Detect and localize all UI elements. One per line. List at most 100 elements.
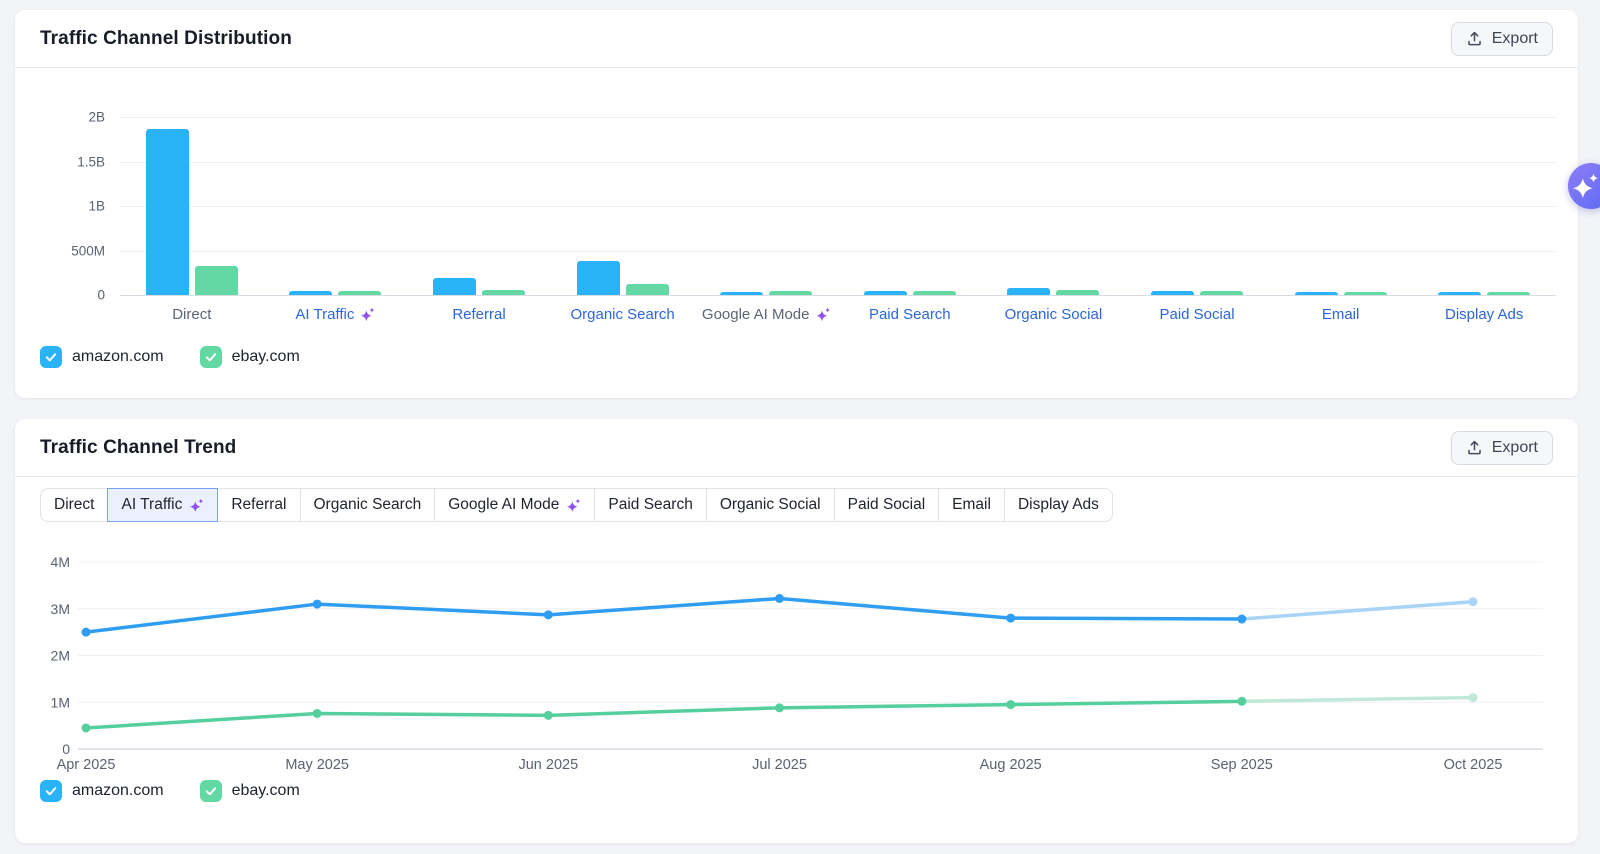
category-text: Paid Social xyxy=(1159,306,1234,323)
bar-amazon-com-ai-traffic[interactable] xyxy=(289,291,332,295)
checkbox-amazon-com[interactable] xyxy=(40,346,62,368)
category-label-referral[interactable]: Referral xyxy=(452,306,505,323)
gridline xyxy=(120,162,1556,163)
sparkle-icon xyxy=(360,307,375,322)
y-axis-tick: 3M xyxy=(51,601,70,617)
sparkle-icon xyxy=(189,498,204,513)
x-axis-label-sep-2025: Sep 2025 xyxy=(1211,757,1273,773)
forecast-line-ebay-com xyxy=(1242,698,1473,702)
category-text: Referral xyxy=(452,306,505,323)
bar-ebay-com-google-ai-mode[interactable] xyxy=(769,291,812,295)
y-axis-tick: 4M xyxy=(51,554,70,570)
data-point-ebay-com-may-2025[interactable] xyxy=(313,709,322,718)
bar-amazon-com-direct[interactable] xyxy=(146,129,189,295)
check-icon xyxy=(44,350,58,364)
data-point-amazon-com-may-2025[interactable] xyxy=(313,600,322,609)
bar-amazon-com-paid-search[interactable] xyxy=(864,291,907,295)
trend-line-ebay-com xyxy=(86,701,1242,728)
x-axis-label-oct-2025: Oct 2025 xyxy=(1444,757,1503,773)
y-axis-tick: 2B xyxy=(15,110,105,125)
bar-ebay-com-ai-traffic[interactable] xyxy=(338,291,381,295)
data-point-ebay-com-apr-2025[interactable] xyxy=(82,723,91,732)
gridline xyxy=(120,251,1556,252)
trend-line-amazon-com xyxy=(86,598,1242,632)
bar-ebay-com-organic-search[interactable] xyxy=(626,284,669,295)
forecast-line-amazon-com xyxy=(1242,602,1473,619)
category-label-email[interactable]: Email xyxy=(1322,306,1360,323)
data-point-amazon-com-jul-2025[interactable] xyxy=(775,594,784,603)
distribution-export-button[interactable]: Export xyxy=(1451,22,1553,56)
bar-ebay-com-paid-search[interactable] xyxy=(913,291,956,295)
category-label-google-ai-mode: Google AI Mode xyxy=(702,306,831,323)
check-icon xyxy=(204,350,218,364)
check-icon xyxy=(204,784,218,798)
bar-ebay-com-referral[interactable] xyxy=(482,290,525,295)
export-icon xyxy=(1466,439,1483,456)
data-point-amazon-com-sep-2025[interactable] xyxy=(1237,615,1246,624)
bar-amazon-com-email[interactable] xyxy=(1295,292,1338,295)
trend-chart-area: DirectAI TrafficReferralOrganic SearchGo… xyxy=(15,477,1578,843)
y-axis-tick: 1B xyxy=(15,199,105,214)
checkbox-amazon-com[interactable] xyxy=(40,780,62,802)
x-axis-label-apr-2025: Apr 2025 xyxy=(57,757,116,773)
x-axis-label-aug-2025: Aug 2025 xyxy=(980,757,1042,773)
x-axis-label-jul-2025: Jul 2025 xyxy=(752,757,807,773)
export-label: Export xyxy=(1492,30,1538,48)
data-point-ebay-com-jul-2025[interactable] xyxy=(775,703,784,712)
data-point-amazon-com-oct-2025[interactable] xyxy=(1469,597,1478,606)
category-text: Google AI Mode xyxy=(702,306,810,323)
data-point-ebay-com-sep-2025[interactable] xyxy=(1237,697,1246,706)
legend-item-ebay-com[interactable]: ebay.com xyxy=(200,346,300,368)
category-text: Paid Search xyxy=(869,306,951,323)
traffic-channel-distribution-card: Traffic Channel Distribution Export amaz… xyxy=(15,10,1578,398)
trend-line-svg: 01M2M3M4MApr 2025May 2025Jun 2025Jul 202… xyxy=(15,477,1578,777)
category-label-organic-social[interactable]: Organic Social xyxy=(1005,306,1103,323)
bar-ebay-com-email[interactable] xyxy=(1344,292,1387,295)
category-label-display-ads[interactable]: Display Ads xyxy=(1445,306,1523,323)
legend-label: amazon.com xyxy=(72,782,164,800)
data-point-ebay-com-jun-2025[interactable] xyxy=(544,711,553,720)
distribution-card-header: Traffic Channel Distribution Export xyxy=(15,10,1578,68)
data-point-ebay-com-oct-2025[interactable] xyxy=(1469,693,1478,702)
trend-export-button[interactable]: Export xyxy=(1451,431,1553,465)
legend-item-ebay-com[interactable]: ebay.com xyxy=(200,780,300,802)
category-label-paid-social[interactable]: Paid Social xyxy=(1159,306,1234,323)
data-point-amazon-com-aug-2025[interactable] xyxy=(1006,614,1015,623)
category-label-direct: Direct xyxy=(172,306,211,323)
bar-amazon-com-organic-search[interactable] xyxy=(577,261,620,295)
y-axis-tick: 1.5B xyxy=(15,154,105,169)
category-text: Email xyxy=(1322,306,1360,323)
x-axis-label-jun-2025: Jun 2025 xyxy=(518,757,578,773)
tab-label: AI Traffic xyxy=(121,496,182,514)
distribution-title: Traffic Channel Distribution xyxy=(40,28,292,50)
legend-item-amazon-com[interactable]: amazon.com xyxy=(40,780,164,802)
bar-amazon-com-display-ads[interactable] xyxy=(1438,292,1481,295)
bar-amazon-com-organic-social[interactable] xyxy=(1007,288,1050,295)
export-label: Export xyxy=(1492,439,1538,457)
checkbox-ebay-com[interactable] xyxy=(200,346,222,368)
category-label-ai-traffic[interactable]: AI Traffic xyxy=(295,306,375,323)
checkbox-ebay-com[interactable] xyxy=(200,780,222,802)
bar-amazon-com-paid-social[interactable] xyxy=(1151,291,1194,295)
data-point-ebay-com-aug-2025[interactable] xyxy=(1006,700,1015,709)
trend-legend: amazon.com ebay.com xyxy=(40,780,300,802)
legend-item-amazon-com[interactable]: amazon.com xyxy=(40,346,164,368)
category-label-paid-search[interactable]: Paid Search xyxy=(869,306,951,323)
data-point-amazon-com-apr-2025[interactable] xyxy=(82,628,91,637)
bar-ebay-com-display-ads[interactable] xyxy=(1487,292,1530,295)
legend-label: amazon.com xyxy=(72,348,164,366)
bar-amazon-com-referral[interactable] xyxy=(433,278,476,295)
trend-card-header: Traffic Channel Trend Export xyxy=(15,419,1578,477)
bar-ebay-com-paid-social[interactable] xyxy=(1200,291,1243,295)
y-axis-tick: 0 xyxy=(62,741,70,757)
y-axis-tick: 0 xyxy=(15,288,105,303)
category-text: AI Traffic xyxy=(295,306,354,323)
data-point-amazon-com-jun-2025[interactable] xyxy=(544,610,553,619)
tab-ai-traffic[interactable]: AI Traffic xyxy=(107,488,218,522)
bar-ebay-com-organic-social[interactable] xyxy=(1056,290,1099,295)
bar-amazon-com-google-ai-mode[interactable] xyxy=(720,292,763,295)
check-icon xyxy=(44,784,58,798)
x-axis-label-may-2025: May 2025 xyxy=(285,757,349,773)
bar-ebay-com-direct[interactable] xyxy=(195,266,238,295)
category-label-organic-search[interactable]: Organic Search xyxy=(570,306,674,323)
